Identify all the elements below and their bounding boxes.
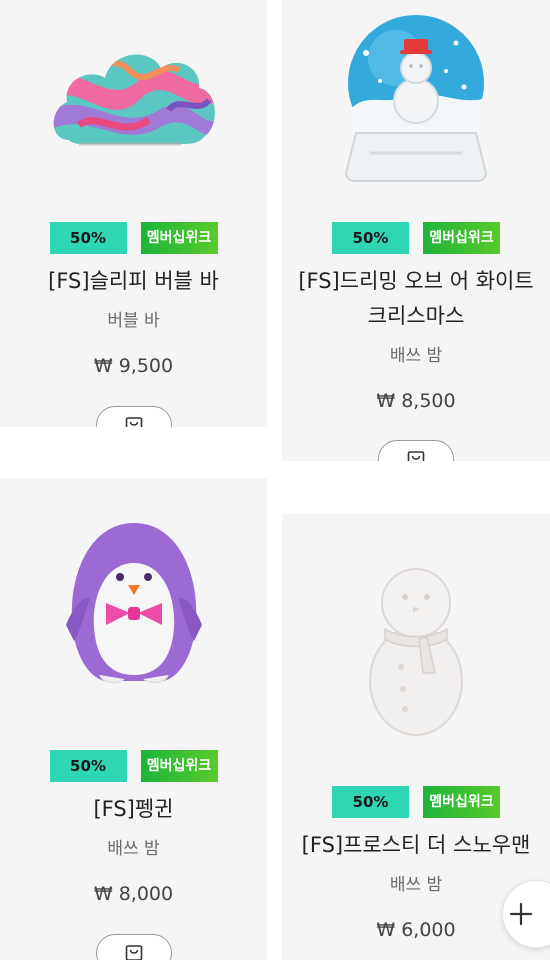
product-name[interactable]: [FS]드리밍 오브 어 화이트 크리스마스 [290,264,542,334]
shopping-bag-icon [125,945,142,960]
shopping-bag-icon [125,417,142,427]
product-category: 배쓰 밤 [107,839,160,859]
cloud-bubble-bar-icon [53,54,215,146]
product-image[interactable] [282,552,550,742]
product-price: ₩ 8,500 [376,390,456,412]
membership-week-badge: 멤버십위크 [423,786,500,818]
snow-globe-bath-bomb-icon [344,14,488,182]
membership-week-badge: 멤버십위크 [140,222,218,254]
add-to-cart-button[interactable] [95,406,172,427]
badge-row: 50% 멤버십위크 [0,750,267,782]
product-card[interactable]: 50% 멤버십위크 [FS]펭귄 배쓰 밤 ₩ 8,000 [0,478,267,960]
snowman-bath-bomb-icon [369,568,463,736]
sale-badge: 50% [332,222,409,254]
product-card[interactable]: 50% 멤버십위크 [FS]슬리피 버블 바 버블 바 ₩ 9,500 [0,0,267,427]
product-card[interactable]: 50% 멤버십위크 [FS]드리밍 오브 어 화이트 크리스마스 배쓰 밤 ₩ … [282,0,550,461]
badge-row: 50% 멤버십위크 [282,222,550,254]
plus-icon [509,902,533,926]
product-price: ₩ 8,000 [93,883,174,905]
product-price: ₩ 9,500 [93,355,174,377]
add-to-cart-button[interactable] [95,934,172,960]
sale-badge: 50% [49,222,127,254]
product-name[interactable]: [FS]펭귄 [8,792,259,827]
product-category: 버블 바 [107,311,160,331]
membership-week-badge: 멤버십위크 [140,750,218,782]
sale-badge: 50% [49,750,127,782]
product-category: 배쓰 밤 [389,346,443,366]
product-image[interactable] [0,502,267,702]
sale-badge: 50% [332,786,409,818]
penguin-bath-bomb-icon [65,522,202,683]
product-name[interactable]: [FS]슬리피 버블 바 [8,264,259,299]
membership-week-badge: 멤버십위크 [423,222,500,254]
product-name[interactable]: [FS]프로스티 더 스노우맨 [290,828,542,863]
product-image[interactable] [282,0,550,200]
add-to-cart-button[interactable] [378,440,454,461]
product-grid: 50% 멤버십위크 [FS]슬리피 버블 바 버블 바 ₩ 9,500 50% … [0,0,550,960]
badge-row: 50% 멤버십위크 [282,786,550,818]
badge-row: 50% 멤버십위크 [0,222,267,254]
product-image[interactable] [0,0,267,200]
shopping-bag-icon [407,451,425,461]
